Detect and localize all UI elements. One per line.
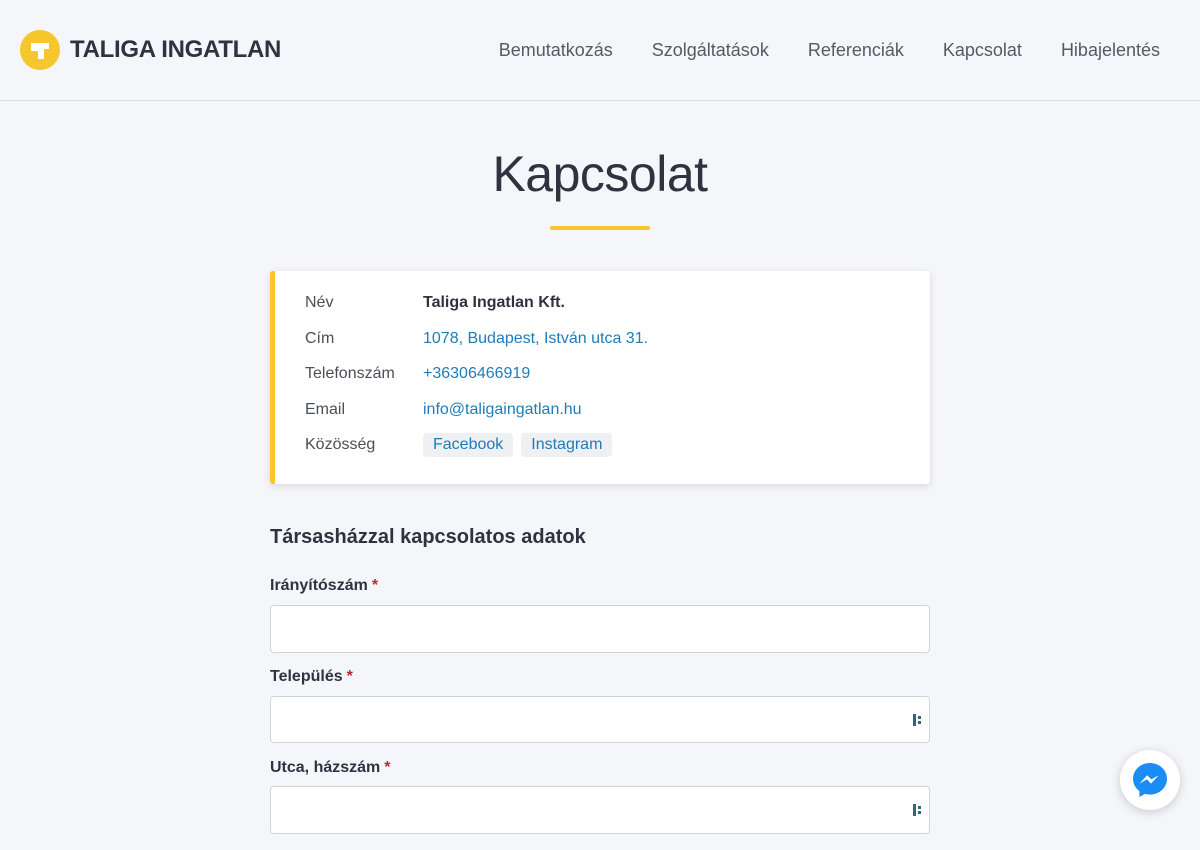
- nav-item-bemutatkozas[interactable]: Bemutatkozás: [499, 38, 613, 62]
- instagram-button[interactable]: Instagram: [521, 433, 613, 457]
- logo-text: TALIGA INGATLAN: [70, 36, 282, 63]
- nav-item-hibajelentes[interactable]: Hibajelentés: [1061, 38, 1160, 62]
- zip-label: Irányítószám *: [270, 577, 378, 595]
- street-input[interactable]: [270, 786, 930, 834]
- page-title: Kapcsolat: [492, 146, 708, 202]
- taliga-t-icon: [20, 30, 60, 70]
- address-link[interactable]: 1078, Budapest, István utca 31.: [423, 330, 648, 348]
- site-header: TALIGA INGATLAN Bemutatkozás Szolgáltatá…: [0, 0, 1200, 101]
- zip-input[interactable]: [270, 605, 930, 653]
- zip-label-text: Irányítószám: [270, 577, 368, 594]
- form-section-title: Társasházzal kapcsolatos adatok: [270, 526, 586, 548]
- required-mark: *: [346, 668, 353, 685]
- contact-row-address: Cím 1078, Budapest, István utca 31.: [305, 326, 648, 352]
- email-link[interactable]: info@taligaingatlan.hu: [423, 401, 582, 419]
- street-label-text: Utca, házszám: [270, 759, 381, 776]
- city-input[interactable]: [270, 696, 930, 743]
- contact-card: Név Taliga Ingatlan Kft. Cím 1078, Budap…: [270, 271, 930, 484]
- nav-item-szolgaltatasok[interactable]: Szolgáltatások: [652, 38, 769, 62]
- street-label: Utca, házszám *: [270, 759, 391, 777]
- phone-link[interactable]: +36306466919: [423, 365, 530, 383]
- phone-label: Telefonszám: [305, 365, 395, 382]
- city-label-text: Település: [270, 668, 343, 685]
- name-label: Név: [305, 294, 334, 311]
- email-label: Email: [305, 401, 346, 418]
- name-value: Taliga Ingatlan Kft.: [423, 294, 565, 311]
- contact-row-phone: Telefonszám +36306466919: [305, 361, 530, 387]
- required-mark: *: [371, 577, 379, 594]
- contact-row-email: Email info@taligaingatlan.hu: [305, 397, 582, 423]
- main-nav: Bemutatkozás Szolgáltatások Referenciák …: [499, 38, 1160, 62]
- facebook-button[interactable]: Facebook: [423, 433, 514, 457]
- nav-item-referenciak[interactable]: Referenciák: [808, 38, 904, 62]
- required-mark: *: [384, 759, 391, 776]
- messenger-chat-button[interactable]: [1120, 750, 1180, 810]
- address-label: Cím: [305, 330, 335, 347]
- nav-item-kapcsolat[interactable]: Kapcsolat: [943, 38, 1022, 62]
- social-links: Facebook Instagram: [423, 433, 620, 457]
- contact-row-community: Közösség Facebook Instagram: [305, 432, 620, 458]
- site-logo[interactable]: TALIGA INGATLAN: [20, 30, 281, 70]
- autofill-icon[interactable]: [912, 803, 924, 817]
- contact-row-name: Név Taliga Ingatlan Kft.: [305, 290, 565, 316]
- city-label: Település *: [270, 668, 353, 686]
- community-label: Közösség: [305, 436, 376, 453]
- autofill-icon[interactable]: [912, 713, 924, 727]
- title-underline: [550, 226, 650, 230]
